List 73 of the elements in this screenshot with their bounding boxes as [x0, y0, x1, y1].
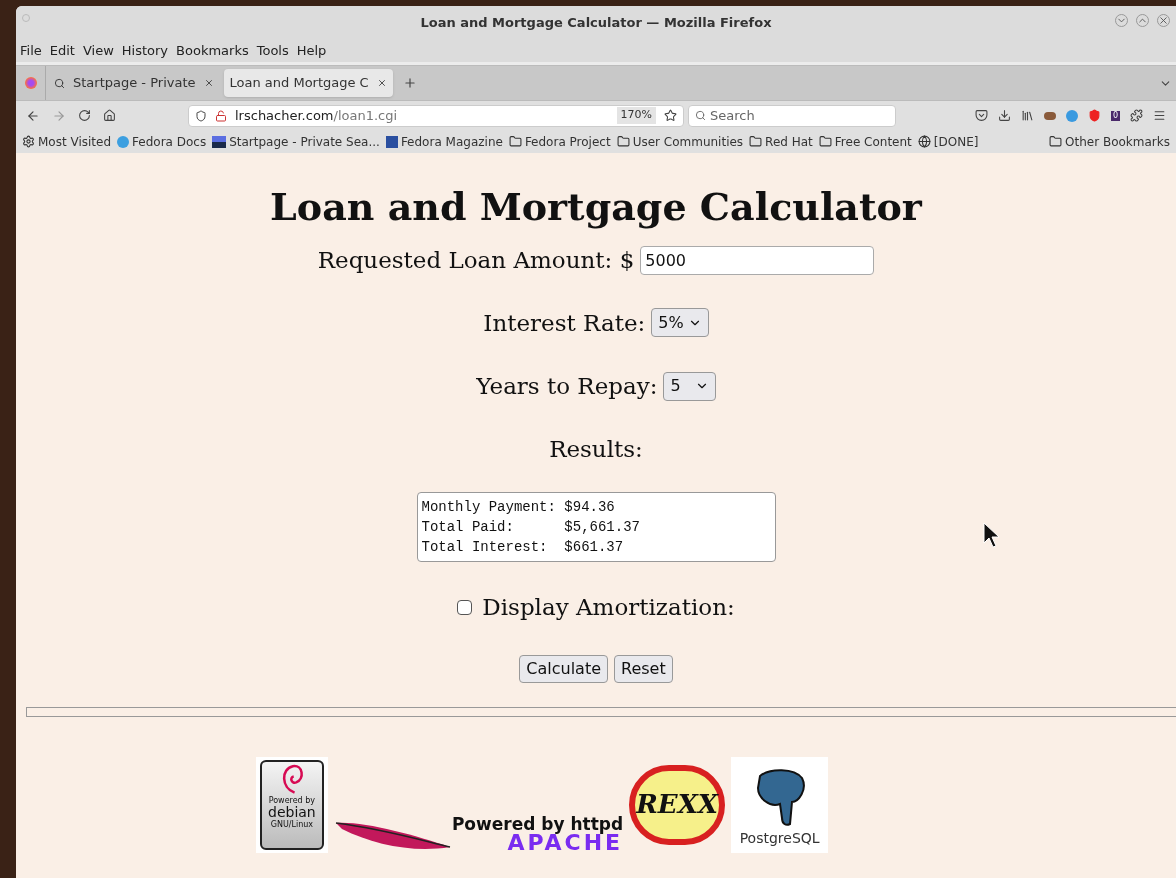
- folder-icon: [1049, 135, 1063, 148]
- globe-icon: [917, 135, 931, 148]
- other-bookmarks[interactable]: Other Bookmarks: [1049, 132, 1170, 151]
- form-button[interactable]: Reset: [614, 654, 673, 683]
- debian-logo: Powered by debian GNU/Linux: [255, 756, 328, 853]
- close-tab-icon[interactable]: [376, 78, 387, 88]
- field-label: Years to Repay:: [476, 372, 658, 401]
- extension-badge[interactable]: 0: [1110, 110, 1120, 121]
- folder-icon: [508, 135, 522, 148]
- site-icon: [54, 77, 65, 89]
- page-heading: Loan and Mortgage Calculator: [270, 183, 922, 231]
- browser-logo-icon[interactable]: [24, 77, 37, 89]
- site-icon: [117, 135, 130, 148]
- bookmark-item[interactable]: Free Content: [818, 132, 912, 151]
- download-icon[interactable]: [997, 109, 1011, 122]
- url-text: lrschacher.com/loan1.cgi: [235, 106, 398, 125]
- field-label: Interest Rate:: [483, 308, 646, 338]
- menu-item[interactable]: Bookmarks: [176, 41, 249, 61]
- gear-icon: [22, 135, 35, 148]
- browser-tab[interactable]: Loan and Mortgage C: [223, 69, 393, 97]
- form-button[interactable]: Calculate: [519, 654, 608, 683]
- unlocked-icon: [215, 109, 227, 122]
- shield-extension-icon[interactable]: [1087, 109, 1101, 122]
- years-select[interactable]: 5: [663, 371, 716, 401]
- search-field[interactable]: Search: [688, 104, 896, 127]
- folder-icon: [818, 135, 832, 148]
- browser-tab[interactable]: Startpage - Private: [48, 69, 220, 97]
- bookmark-item[interactable]: Startpage - Private Sea...: [212, 132, 380, 151]
- folder-icon: [616, 135, 630, 148]
- menu-item[interactable]: Edit: [49, 41, 75, 61]
- bookmark-item[interactable]: User Communities: [616, 132, 744, 151]
- folder-icon: [749, 135, 763, 148]
- apache-logo: Powered by httpd APACHE: [451, 814, 624, 853]
- results-label: Results:: [549, 434, 643, 464]
- search-icon: [695, 110, 706, 121]
- close-tab-icon[interactable]: [203, 78, 214, 88]
- zoom-level[interactable]: 170%: [616, 107, 656, 124]
- address-bar[interactable]: lrschacher.com/loan1.cgi 170%: [188, 104, 684, 127]
- results-field[interactable]: Monthly Payment: $94.36 Total Paid: $5,661.37 Total Interest: $661.37: [416, 492, 776, 562]
- menu-item[interactable]: File: [20, 41, 42, 61]
- menu-icon[interactable]: [1153, 109, 1166, 122]
- menu-item[interactable]: History: [121, 41, 169, 61]
- postgresql-logo: PostgreSQL: [731, 756, 829, 853]
- back-icon[interactable]: [26, 108, 40, 123]
- field-label: Requested Loan Amount: $: [317, 246, 635, 275]
- pocket-icon[interactable]: [974, 109, 988, 122]
- bookmark-item[interactable]: [DONE]: [917, 132, 979, 151]
- cursor-icon: [983, 522, 1001, 548]
- bookmark-item[interactable]: Fedora Project: [508, 132, 611, 151]
- amortization-checkbox[interactable]: [457, 599, 473, 615]
- bookmark-star-icon[interactable]: [664, 109, 677, 122]
- bookmark-item[interactable]: Most Visited: [22, 132, 112, 151]
- menu-item[interactable]: View: [82, 41, 114, 61]
- bookmark-item[interactable]: Red Hat: [749, 132, 813, 151]
- bookmark-icon: [385, 135, 398, 148]
- new-tab-icon[interactable]: [402, 76, 417, 90]
- reload-icon[interactable]: [78, 109, 91, 122]
- menu-item[interactable]: Tools: [256, 41, 289, 61]
- checkbox-label: Display Amortization:: [482, 593, 735, 622]
- close-icon[interactable]: [1157, 14, 1170, 27]
- extensions-icon[interactable]: [1130, 109, 1143, 122]
- extension-icon[interactable]: [1043, 111, 1056, 120]
- bookmark-item[interactable]: Fedora Magazine: [385, 132, 503, 151]
- library-icon[interactable]: [1020, 109, 1034, 122]
- rexx-logo: REXX: [629, 764, 726, 845]
- home-icon[interactable]: [103, 109, 116, 122]
- menu-item[interactable]: Help: [296, 41, 327, 61]
- loan-amount-field[interactable]: 5000: [640, 245, 875, 275]
- window-title: Loan and Mortgage Calculator — Mozilla Firefox: [420, 14, 772, 33]
- interest-rate-select[interactable]: 5%: [651, 308, 709, 338]
- shield-icon: [195, 109, 207, 122]
- bookmark-item[interactable]: Fedora Docs: [117, 132, 207, 151]
- site-icon: [212, 135, 227, 148]
